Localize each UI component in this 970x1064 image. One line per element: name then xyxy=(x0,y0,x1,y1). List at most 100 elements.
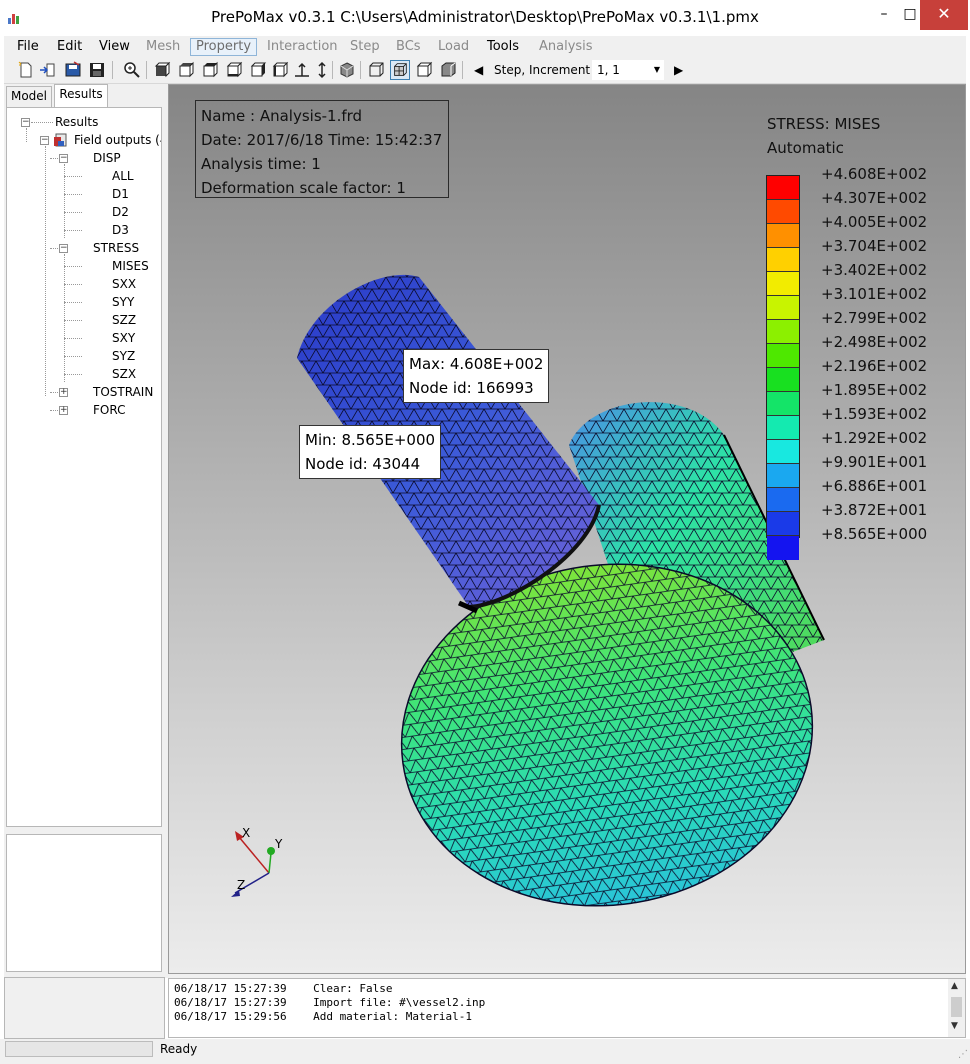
analysis-info-box: Name : Analysis-1.frd Date: 2017/6/18 Ti… xyxy=(195,100,449,198)
log-line: 06/18/17 15:27:39 Clear: False xyxy=(174,982,393,995)
results-tree: − Results − Field outputs (4 − DISP ALL … xyxy=(6,107,162,827)
menu-bar: File Edit View Mesh Property Interaction… xyxy=(4,35,966,57)
output-log[interactable]: 06/18/17 15:27:39 Clear: False 06/18/17 … xyxy=(168,978,966,1038)
menu-edit[interactable]: Edit xyxy=(52,38,87,56)
scrollbar-thumb[interactable] xyxy=(951,997,962,1017)
min-value: Min: 8.565E+000 xyxy=(305,431,436,449)
tree-item-field-outputs[interactable]: Field outputs (4 xyxy=(74,131,161,149)
expand-icon[interactable]: + xyxy=(59,388,68,397)
tree-item-all[interactable]: ALL xyxy=(112,167,134,185)
collapse-icon[interactable]: − xyxy=(59,154,68,163)
tree-item-szz[interactable]: SZZ xyxy=(112,311,136,329)
menu-mesh[interactable]: Mesh xyxy=(141,38,185,56)
zoom-icon[interactable] xyxy=(122,60,142,80)
legend-swatch xyxy=(767,296,799,320)
next-increment-button[interactable]: ▶ xyxy=(674,61,683,79)
view-front-icon[interactable] xyxy=(152,60,172,80)
prev-increment-button[interactable]: ◀ xyxy=(474,61,483,79)
view-bottom-icon[interactable] xyxy=(224,60,244,80)
menu-bcs[interactable]: BCs xyxy=(391,38,426,56)
view-back-icon[interactable] xyxy=(176,60,196,80)
tree-item-sxy[interactable]: SXY xyxy=(112,329,135,347)
view-vertical-icon[interactable] xyxy=(312,60,332,80)
collapse-icon[interactable]: − xyxy=(21,118,30,127)
tab-model[interactable]: Model xyxy=(6,86,52,107)
legend-label: +3.101E+002 xyxy=(821,285,928,303)
isometric-view-icon[interactable] xyxy=(337,60,357,80)
legend-swatch xyxy=(767,464,799,488)
view-normal-icon[interactable] xyxy=(292,60,312,80)
tree-hscrollbar[interactable]: < > xyxy=(9,826,162,827)
left-panel: Model Results − Results − Field outputs … xyxy=(4,84,164,974)
legend-swatch xyxy=(767,320,799,344)
tree-item-stress[interactable]: STRESS xyxy=(93,239,139,257)
tree-item-d2[interactable]: D2 xyxy=(112,203,129,221)
min-callout: Min: 8.565E+000 Node id: 43044 xyxy=(299,425,442,479)
view-right-icon[interactable] xyxy=(270,60,290,80)
legend-label: +1.593E+002 xyxy=(821,405,928,423)
scroll-up-icon[interactable]: ▲ xyxy=(951,981,958,991)
import-icon[interactable] xyxy=(38,60,58,80)
log-vscrollbar[interactable]: ▲ ▼ xyxy=(948,979,965,1037)
scroll-down-icon[interactable]: ▼ xyxy=(951,1021,958,1031)
close-button[interactable]: ✕ xyxy=(920,0,968,30)
analysis-name: Name : Analysis-1.frd xyxy=(201,107,363,125)
window-title: PrePoMax v0.3.1 C:\Users\Administrator\D… xyxy=(211,8,759,26)
analysis-datetime: Date: 2017/6/18 Time: 15:42:37 xyxy=(201,131,443,149)
save-icon[interactable] xyxy=(87,60,107,80)
tree-item-d3[interactable]: D3 xyxy=(112,221,129,239)
shaded-icon[interactable] xyxy=(414,60,434,80)
menu-view[interactable]: View xyxy=(94,38,135,56)
tree-item-syz[interactable]: SYZ xyxy=(112,347,135,365)
section-icon[interactable] xyxy=(438,60,458,80)
new-file-icon[interactable] xyxy=(16,60,36,80)
tree-item-forc[interactable]: FORC xyxy=(93,401,125,419)
legend-label: +4.307E+002 xyxy=(821,189,928,207)
menu-file[interactable]: File xyxy=(12,38,44,56)
legend-label: +9.901E+001 xyxy=(821,453,928,471)
tree-item-syy[interactable]: SYY xyxy=(112,293,134,311)
tab-results[interactable]: Results xyxy=(54,84,108,107)
3d-viewport[interactable]: Name : Analysis-1.frd Date: 2017/6/18 Ti… xyxy=(168,84,966,974)
tree-item-sxx[interactable]: SXX xyxy=(112,275,136,293)
max-value: Max: 4.608E+002 xyxy=(409,355,544,373)
view-left-icon[interactable] xyxy=(248,60,268,80)
wireframe-icon[interactable] xyxy=(366,60,386,80)
shaded-edges-icon[interactable] xyxy=(390,60,410,80)
legend-swatch xyxy=(767,248,799,272)
step-increment-label: Step, Increment xyxy=(494,63,591,77)
menu-analysis[interactable]: Analysis xyxy=(534,38,598,56)
menu-step[interactable]: Step xyxy=(345,38,385,56)
step-increment-select[interactable]: 1, 1 ▼ xyxy=(592,60,664,80)
legend-swatch xyxy=(767,272,799,296)
max-callout: Max: 4.608E+002 Node id: 166993 xyxy=(403,349,550,403)
collapse-icon[interactable]: − xyxy=(40,136,49,145)
legend-label: +3.872E+001 xyxy=(821,501,928,519)
legend-swatch xyxy=(767,512,799,536)
status-text: Ready xyxy=(160,1042,198,1056)
open-icon[interactable] xyxy=(63,60,83,80)
view-top-icon[interactable] xyxy=(200,60,220,80)
tree-item-szx[interactable]: SZX xyxy=(112,365,136,383)
tree-item-results[interactable]: Results xyxy=(55,113,98,131)
tree-item-tostrain[interactable]: TOSTRAIN xyxy=(93,383,153,401)
menu-interaction[interactable]: Interaction xyxy=(262,38,343,56)
log-line: 06/18/17 15:27:39 Import file: #\vessel2… xyxy=(174,996,486,1009)
tree-item-disp[interactable]: DISP xyxy=(93,149,121,167)
collapse-icon[interactable]: − xyxy=(59,244,68,253)
legend-title: STRESS: MISES xyxy=(767,115,881,133)
tree-item-d1[interactable]: D1 xyxy=(112,185,129,203)
menu-tools[interactable]: Tools xyxy=(482,38,524,56)
legend-swatch xyxy=(767,200,799,224)
menu-property[interactable]: Property xyxy=(190,38,258,56)
title-bar: PrePoMax v0.3.1 C:\Users\Administrator\D… xyxy=(0,0,970,35)
legend-label: +4.608E+002 xyxy=(821,165,928,183)
axis-z-label: Z xyxy=(237,878,246,892)
resize-grip-icon[interactable]: ⋰ xyxy=(958,1049,968,1060)
min-node: Node id: 43044 xyxy=(305,455,421,473)
color-legend xyxy=(766,175,800,560)
tree-item-mises[interactable]: MISES xyxy=(112,257,149,275)
expand-icon[interactable]: + xyxy=(59,406,68,415)
menu-load[interactable]: Load xyxy=(433,38,474,56)
legend-label: +6.886E+001 xyxy=(821,477,928,495)
